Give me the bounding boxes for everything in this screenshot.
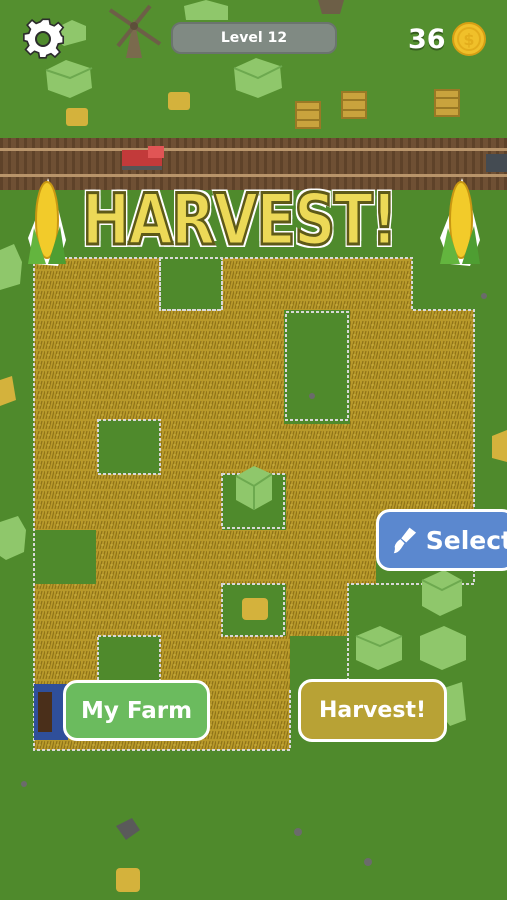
hay-bale-field [242,598,268,620]
hay-bale-bottom [116,868,140,892]
crop-patch [222,636,286,750]
crop-patch [286,584,348,636]
fenced-plot [97,635,161,687]
harvest-title: HARVEST! [81,178,399,263]
harvest-button[interactable]: Harvest! [298,679,447,742]
svg-text:$: $ [463,30,474,49]
crop-patch [34,474,96,530]
crop-patch [96,584,160,636]
windmill-base [318,0,344,14]
crate-1 [295,101,321,129]
crop-patch [346,530,376,584]
crop-patch [222,310,284,424]
rock-6 [309,393,315,399]
crop-patch [160,474,222,530]
level-indicator: Level 12 [171,22,337,54]
rock-2 [294,828,302,836]
corn-icon [440,178,480,266]
crop-patch [96,474,160,530]
crop-patch [34,584,96,636]
crate-2 [341,91,367,119]
my-farm-button[interactable]: My Farm [63,680,210,741]
paint-brush-icon [393,527,417,554]
select-button-label: Select [425,525,507,555]
game-screen: HARVEST! Level 12 36 $ Select My Farm Ha… [0,0,507,900]
gear-icon [23,18,65,59]
hay-bale-2 [66,108,88,126]
select-button[interactable]: Select [376,509,507,571]
coin-count: 36 [408,23,446,55]
coin-counter: 36 $ [408,20,486,58]
farm-scene [0,0,507,900]
fenced-plot [97,419,161,475]
crop-patch [96,530,346,584]
rock-3 [364,858,372,866]
settings-button[interactable] [20,16,66,62]
hay-bale-1 [168,92,190,110]
crop-patch [160,584,222,636]
crop-patch [350,310,474,424]
fenced-plot [285,311,349,421]
coin-icon: $ [451,22,486,56]
corn-icon [28,178,66,266]
crate-3 [434,89,460,117]
rock-5 [481,293,487,299]
rock-4 [21,781,27,787]
crop-patch [160,310,222,424]
